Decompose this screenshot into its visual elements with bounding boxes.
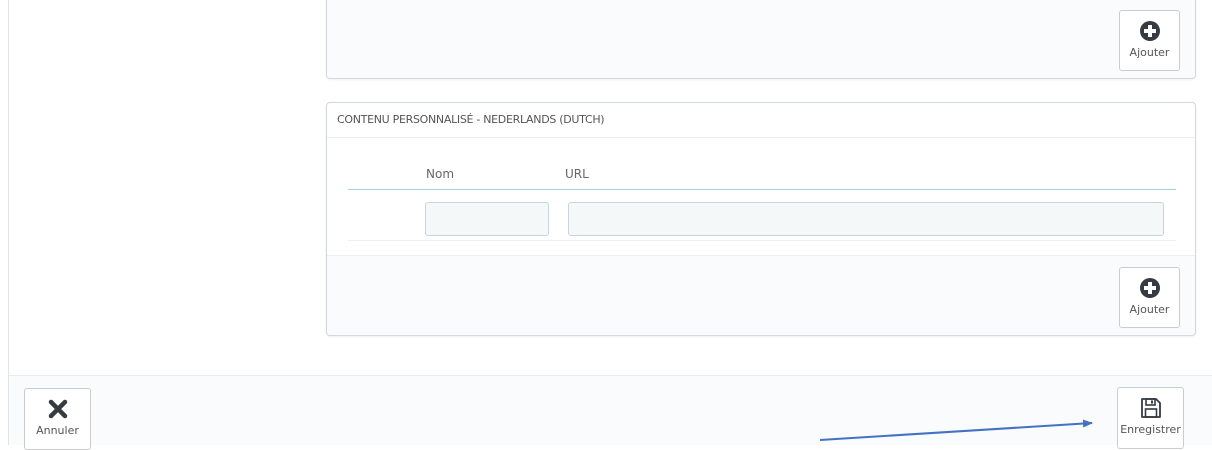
save-button-label: Enregistrer — [1120, 423, 1181, 436]
close-x-icon — [47, 398, 69, 420]
cancel-button[interactable]: Annuler — [24, 388, 91, 450]
table-header: Nom URL — [348, 157, 1176, 190]
column-header-url: URL — [565, 167, 589, 181]
add-button-label: Ajouter — [1129, 46, 1170, 59]
panel-heading: CONTENU PERSONNALISÉ - NEDERLANDS (DUTCH… — [327, 103, 1195, 138]
panel-footer: Ajouter — [327, 0, 1195, 78]
table-row — [348, 190, 1176, 241]
form-footer: Annuler Enregistrer — [9, 375, 1212, 450]
add-button-label: Ajouter — [1129, 303, 1170, 316]
cancel-button-label: Annuler — [36, 424, 79, 437]
custom-content-panel-previous: Ajouter — [326, 0, 1196, 79]
nom-input[interactable] — [425, 202, 549, 236]
plus-circle-icon — [1139, 277, 1161, 299]
custom-content-panel-dutch: CONTENU PERSONNALISÉ - NEDERLANDS (DUTCH… — [326, 102, 1196, 336]
column-header-nom: Nom — [426, 167, 455, 181]
add-button[interactable]: Ajouter — [1119, 267, 1180, 328]
url-input[interactable] — [568, 202, 1164, 236]
add-button[interactable]: Ajouter — [1119, 10, 1180, 71]
floppy-disk-icon — [1140, 397, 1162, 419]
save-button[interactable]: Enregistrer — [1117, 387, 1184, 449]
plus-circle-icon — [1139, 20, 1161, 42]
panel-footer: Ajouter — [327, 255, 1195, 335]
